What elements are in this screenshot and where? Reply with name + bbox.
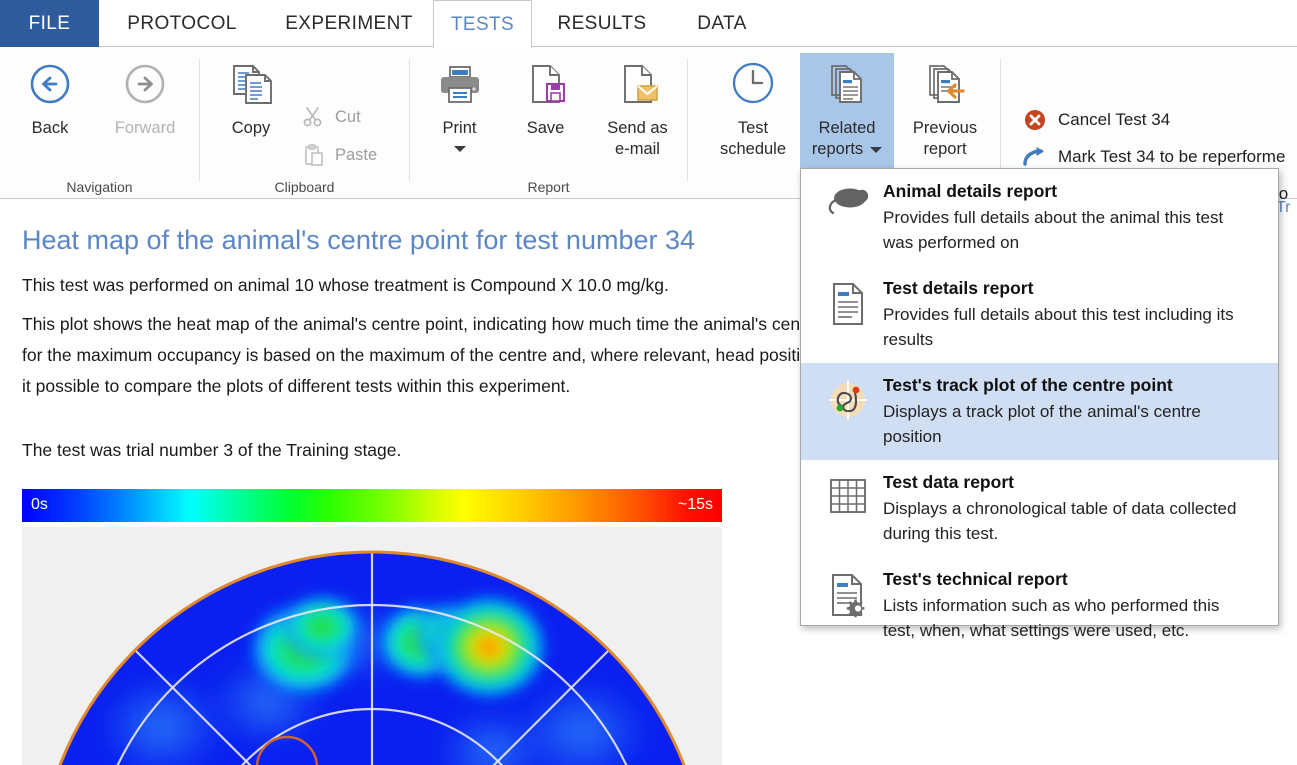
printer-icon [434,55,486,113]
forward-button[interactable]: Forward [100,55,190,139]
menu-item-description: Provides full details about this test in… [883,305,1234,349]
group-label-report: Report [527,179,570,195]
chevron-down-icon[interactable] [453,146,466,152]
colorbar-max-label: ~15s [677,496,713,513]
cancel-test-label: Cancel Test 34 [1058,109,1171,129]
tab-tests[interactable]: TESTS [433,0,532,48]
envelope-document-icon [612,55,664,113]
stacked-documents-icon [821,55,873,113]
menu-item-test-data-report[interactable]: Test data report Displays a chronologica… [801,460,1278,557]
menu-item-title: Test's track plot of the centre point [883,375,1173,395]
related-reports-button[interactable]: Related reports [800,53,894,171]
clock-icon [727,55,779,113]
ribbon-tabbar: FILE PROTOCOL EXPERIMENT TESTS RESULTS D… [0,0,1297,48]
menu-item-title: Animal details report [883,181,1058,201]
print-button[interactable]: Print [422,55,497,152]
cancel-circle-icon [1020,109,1050,131]
chevron-down-icon[interactable] [870,146,883,153]
menu-item-description: Provides full details about the animal t… [883,208,1224,252]
heatmap-svg [22,527,722,765]
paste-button-label: Paste [335,145,378,164]
send-as-email-label-1: Send as [607,119,668,137]
tab-experiment-label: EXPERIMENT [285,12,413,34]
track-plot-icon [817,373,879,449]
tab-protocol-label: PROTOCOL [127,12,237,34]
copy-icon [224,55,278,113]
menu-item-description: Displays a chronological table of data c… [883,499,1237,543]
arrow-right-circle-icon [121,55,169,113]
related-reports-dropdown[interactable]: Animal details report Provides full deta… [800,168,1279,640]
menu-item-track-plot-centre-point[interactable]: Test's track plot of the centre point Di… [801,363,1278,460]
tab-data[interactable]: DATA [672,0,772,47]
heatmap-plot [22,527,722,765]
ribbon-group-navigation: Back Forward Navigation [0,47,199,199]
tab-protocol[interactable]: PROTOCOL [99,0,265,47]
previous-report-label-2: report [923,140,967,158]
back-button-label: Back [31,119,69,137]
cut-button-label: Cut [335,107,361,126]
related-reports-label-2: reports [811,140,864,158]
clipboard-icon [300,143,326,167]
table-grid-icon [817,470,879,546]
menu-item-title: Test's technical report [883,569,1068,589]
save-button[interactable]: Save [508,55,583,139]
related-reports-label-1: Related [818,119,876,137]
group-label-clipboard: Clipboard [274,179,335,195]
print-button-label: Print [442,119,477,137]
tab-file-label: FILE [28,12,71,34]
menu-item-test-details-report[interactable]: Test details report Provides full detail… [801,266,1278,363]
cut-button[interactable]: Cut [300,105,361,129]
tab-tests-label: TESTS [450,13,515,35]
menu-item-animal-details-report[interactable]: Animal details report Provides full deta… [801,169,1278,266]
redo-arrow-icon [1020,146,1050,168]
save-disk-icon [520,55,572,113]
menu-item-description: Displays a track plot of the animal's ce… [883,402,1201,446]
paste-button[interactable]: Paste [300,143,377,167]
menu-item-title: Test details report [883,278,1034,298]
tab-file[interactable]: FILE [0,0,99,47]
document-lines-icon [817,276,879,352]
cancel-test-button[interactable]: Cancel Test 34 [1020,101,1288,138]
stacked-documents-back-icon [919,55,971,113]
colorbar-min-label: 0s [31,496,48,513]
arrow-left-circle-icon [26,55,74,113]
previous-report-button[interactable]: Previous report [898,55,992,160]
tab-results-label: RESULTS [557,12,647,34]
tab-data-label: DATA [697,12,747,34]
test-schedule-button[interactable]: Test schedule [706,55,800,160]
ribbon-divider-4 [1000,59,1001,181]
copy-button-label: Copy [231,119,271,137]
tab-experiment[interactable]: EXPERIMENT [265,0,433,47]
copy-button[interactable]: Copy [214,55,288,139]
document-gear-icon [817,567,879,643]
group-label-navigation: Navigation [66,179,133,195]
send-as-email-label-2: e-mail [615,140,660,158]
heatmap-colorbar: 0s ~15s [22,489,722,522]
application-window: FILE PROTOCOL EXPERIMENT TESTS RESULTS D… [0,0,1297,765]
send-as-email-button[interactable]: Send as e-mail [590,55,685,160]
menu-item-title: Test data report [883,472,1014,492]
ribbon-group-report: Print Save Send as e-mail Report [410,47,687,199]
back-button[interactable]: Back [10,55,90,139]
mark-reperform-label: Mark Test 34 to be reperforme [1058,146,1286,166]
menu-item-test-technical-report[interactable]: Test's technical report Lists informatio… [801,557,1278,654]
scissors-icon [300,105,326,129]
tab-results[interactable]: RESULTS [532,0,672,47]
page-title: Heat map of the animal's centre point fo… [22,225,696,255]
test-schedule-label-2: schedule [719,140,787,158]
menu-item-description: Lists information such as who performed … [883,596,1220,640]
previous-report-label-1: Previous [912,119,978,137]
save-button-label: Save [526,119,565,137]
ribbon-group-clipboard: Copy Cut Paste Clipboard [200,47,409,199]
forward-button-label: Forward [114,119,176,137]
test-schedule-label-1: Test [737,119,769,137]
mouse-animal-icon [817,179,879,255]
